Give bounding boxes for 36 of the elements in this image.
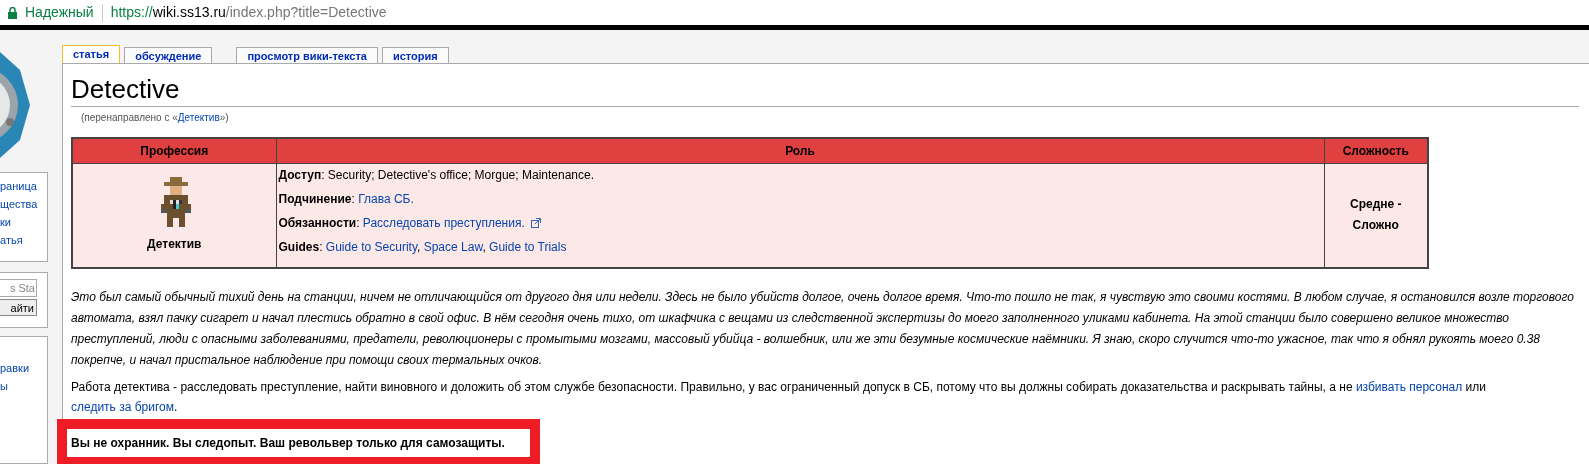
tab[interactable]: статья [62, 45, 121, 63]
search-button[interactable]: айти [0, 299, 37, 316]
link[interactable]: Расследовать преступления. [362, 215, 525, 230]
role-line: Доступ: Security; Detective's office; Morgue; Maintenance. [278, 166, 594, 184]
link[interactable]: Guide to Trials [489, 239, 567, 254]
difficulty-text: Средне - Сложно [1348, 196, 1403, 235]
secure-label: Надежный [25, 3, 94, 22]
url-text[interactable]: https://wiki.ss13.ru/index.php?title=Detective [110, 2, 387, 23]
navigation-link[interactable]: раница [0, 177, 47, 195]
tab[interactable]: история [382, 47, 449, 63]
column-header: Роль [276, 138, 1324, 163]
search-field[interactable]: s Sta [0, 279, 37, 297]
navigation-link[interactable]: щества [0, 195, 47, 213]
link[interactable]: избивать персонал [1355, 380, 1463, 394]
link[interactable]: Детектив [177, 112, 220, 123]
role-line: Подчинение: Глава СБ. [278, 190, 414, 208]
warning-text: Вы не охранник. Вы следопыт. Ваш револьвер только для самозащиты. [71, 435, 505, 452]
toolbox-link[interactable]: равки [0, 359, 47, 377]
link[interactable]: Guide to Security [325, 239, 417, 254]
intro-paragraph: Это был самый обычный тихий день на станции, ничем не отличающийся от другого дня или недели. Здесь не было убийств долгое, очень долгое время. Что-то пошло не так, я чувствую это своими костями. В любом случае, я остановился возле торгового автомата, взял пачку сигарет и начал плестись обратно в свой офис. В нём сегодня очень тихо, от шкафчика с вещами из следственной экспертизы до моего заполненного уликами кабинета. На этой станции было совершено великое множество преступлений, люди с опасными заболеваниями, предатели, революционеры с промытыми мозгами, массовый убийца - волшебник, или же эти безумные космические наёмники. Я знаю, скоро случится что-то ужасное, так что я обнял рукоять моего 0.38 покрепче, и начал пристальное наблюдение при помощи своих термальных очков. [71, 289, 1575, 369]
toolbox-link[interactable]: ы [0, 377, 47, 395]
column-header: Профессия [72, 138, 276, 163]
tab[interactable]: просмотр вики-текста [236, 47, 378, 63]
link[interactable]: следить за бригом [71, 400, 174, 414]
external-link-icon [530, 217, 541, 228]
page-title: Detective [71, 74, 1579, 107]
navigation-link[interactable]: атья [0, 231, 47, 249]
paragraph: Работа детектива - расследовать преступление, найти виновного и доложить об этом службе безопасности. Правильно, у вас ограниченный допуск в СБ, потому что вы должны собирать доказательства и раскрывать тайны, а не избивать персонал или следить за бригом. [71, 379, 1487, 416]
navigation-link[interactable]: ки [0, 213, 47, 231]
role-line: Обязанности: Расследовать преступления. [278, 213, 541, 232]
redirect-note: (перенаправлено с «Детектив») [81, 111, 230, 125]
link[interactable]: Глава СБ. [358, 191, 414, 206]
tab[interactable]: обсуждение [124, 47, 213, 63]
role-line: Guides: Guide to Security, Space Law, Guide to Trials [278, 238, 567, 256]
lock-icon [8, 6, 17, 19]
profession-name: Детектив [147, 236, 202, 254]
